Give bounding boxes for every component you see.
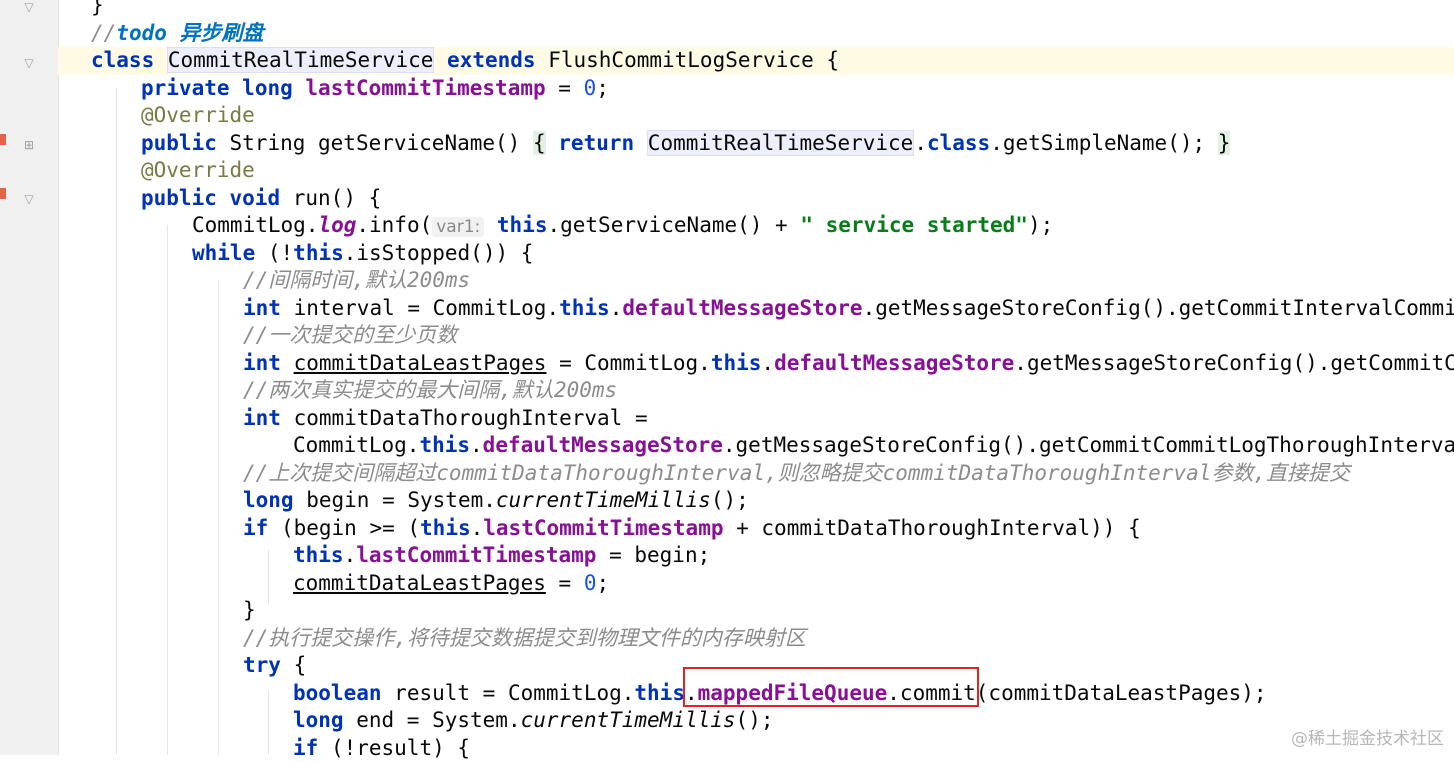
code-line: class CommitRealTimeService extends Flus… xyxy=(91,47,840,73)
code-line: //todo 异步刷盘 xyxy=(91,21,264,45)
code-line: //间隔时间,默认200ms xyxy=(243,268,471,292)
code-line: } xyxy=(91,0,104,17)
code-line: while (!this.isStopped()) { xyxy=(192,241,534,265)
code-line: public String getServiceName() { return … xyxy=(141,130,1231,156)
indent-guide xyxy=(268,550,269,605)
code-line: int commitDataLeastPages = CommitLog.thi… xyxy=(243,351,1454,375)
code-line: long begin = System.currentTimeMillis(); xyxy=(243,488,749,512)
code-line: int commitDataThoroughInterval = xyxy=(243,406,648,430)
override-marker-icon[interactable] xyxy=(0,134,6,152)
code-line: //上次提交间隔超过commitDataThoroughInterval,则忽略… xyxy=(243,461,1351,485)
code-line: if (!result) { xyxy=(293,736,471,760)
code-line: public void run() { xyxy=(141,186,382,210)
indent-guide xyxy=(218,280,219,755)
editor-gutter: ▽ ▽ ⊞ ▽ xyxy=(0,0,59,755)
override-marker-icon[interactable] xyxy=(0,188,6,206)
code-line: //一次提交的至少页数 xyxy=(243,323,458,347)
code-editor[interactable]: } //todo 异步刷盘 class CommitRealTimeServic… xyxy=(58,0,1454,760)
indent-guide xyxy=(268,690,269,755)
code-line: } xyxy=(243,598,256,622)
fold-end-icon[interactable]: ▽ xyxy=(22,0,36,14)
fold-class-icon[interactable]: ▽ xyxy=(22,56,36,70)
indent-guide xyxy=(167,225,168,755)
code-line: int interval = CommitLog.this.defaultMes… xyxy=(243,296,1454,320)
code-line: CommitLog.log.info(var1: this.getService… xyxy=(192,213,1054,237)
indent-guide xyxy=(116,88,117,755)
code-line: commitDataLeastPages = 0; xyxy=(293,571,610,595)
code-line: //两次真实提交的最大间隔,默认200ms xyxy=(243,378,618,402)
code-line: CommitLog.this.defaultMessageStore.getMe… xyxy=(293,433,1454,457)
code-line: this.lastCommitTimestamp = begin; xyxy=(293,543,711,567)
code-line: private long lastCommitTimestamp = 0; xyxy=(141,76,609,100)
code-line: try { xyxy=(243,653,307,677)
code-line: long end = System.currentTimeMillis(); xyxy=(293,708,774,732)
code-line: @Override xyxy=(141,103,255,127)
watermark: @稀土掘金技术社区 xyxy=(1291,729,1444,749)
code-line: @Override xyxy=(141,158,255,182)
code-line: //执行提交操作,将待提交数据提交到物理文件的内存映射区 xyxy=(243,626,806,650)
code-line: if (begin >= (this.lastCommitTimestamp +… xyxy=(243,516,1141,540)
fold-collapsed-icon[interactable]: ⊞ xyxy=(22,138,36,152)
parameter-hint: var1: xyxy=(432,217,485,237)
class-name: CommitRealTimeService xyxy=(166,47,435,73)
highlight-annotation-box xyxy=(683,667,979,707)
fold-method-icon[interactable]: ▽ xyxy=(22,192,36,206)
